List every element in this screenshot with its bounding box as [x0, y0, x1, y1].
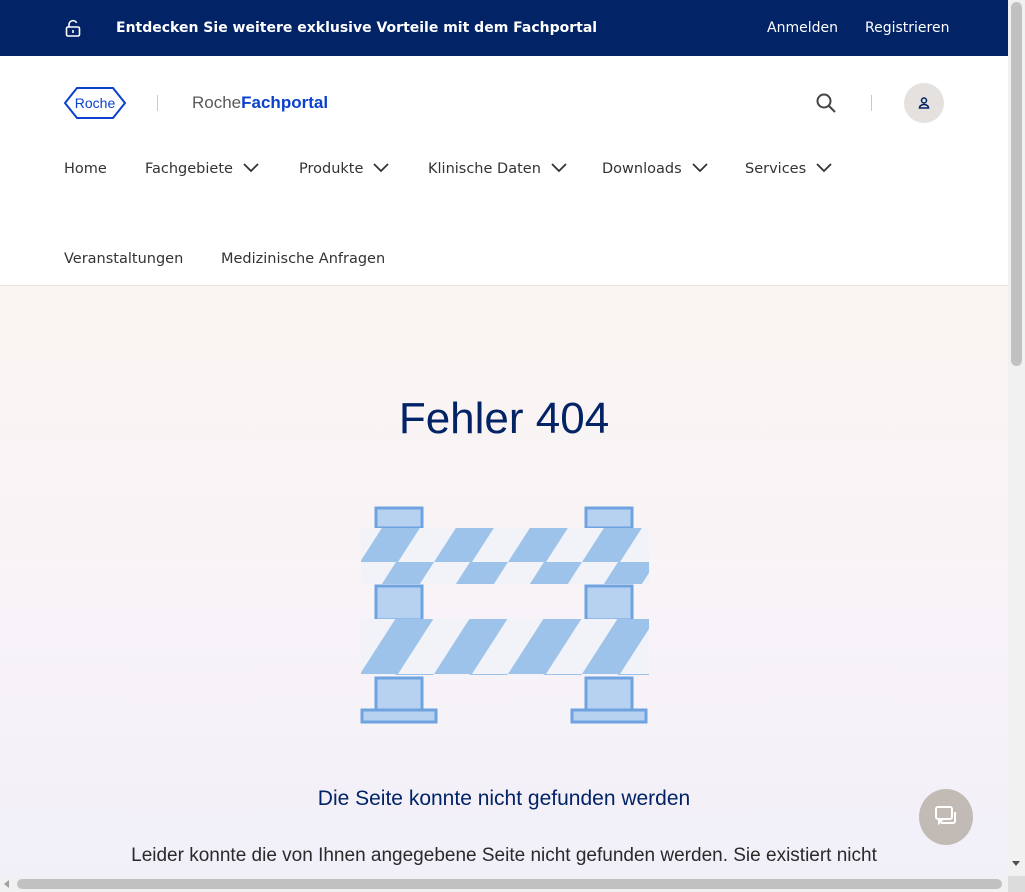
promo-banner: Entdecken Sie weitere exklusive Vorteile…	[0, 0, 1008, 56]
vertical-scroll-thumb[interactable]	[1011, 2, 1022, 366]
header-divider	[871, 95, 872, 111]
search-icon[interactable]	[815, 92, 837, 114]
chat-icon	[935, 806, 956, 826]
nav-label: Fachgebiete	[145, 161, 233, 177]
login-link[interactable]: Anmelden	[767, 19, 838, 37]
horizontal-scroll-thumb[interactable]	[17, 879, 1002, 889]
portal-suffix: Fachportal	[241, 93, 329, 112]
nav-label: Downloads	[602, 161, 682, 177]
nav-item-home[interactable]: Home	[64, 160, 107, 178]
chevron-down-icon	[816, 162, 832, 172]
error-content: Fehler 404 Die Seite konnte nicht gefund…	[0, 286, 1008, 876]
nav-item-fachgebiete[interactable]: Fachgebiete	[145, 160, 259, 178]
nav-label: Produkte	[299, 161, 364, 177]
nav-label: Home	[64, 161, 107, 177]
user-account-button[interactable]	[904, 83, 944, 123]
site-header: Roche RocheFachportal Home Fachgebiete P…	[0, 56, 1008, 286]
vertical-scrollbar[interactable]	[1008, 0, 1025, 876]
scroll-down-icon[interactable]	[1012, 861, 1020, 866]
error-subtitle: Die Seite konnte nicht gefunden werden	[317, 787, 691, 810]
chat-button[interactable]	[919, 789, 973, 845]
portal-name[interactable]: RocheFachportal	[192, 92, 328, 114]
nav-item-veranstaltungen[interactable]: Veranstaltungen	[64, 250, 183, 268]
nav-label: Klinische Daten	[428, 161, 541, 177]
user-icon	[918, 97, 930, 109]
nav-label: Medizinische Anfragen	[221, 251, 386, 267]
nav-item-produkte[interactable]: Produkte	[299, 160, 390, 178]
scroll-left-icon[interactable]	[4, 880, 9, 888]
chevron-down-icon	[692, 162, 708, 172]
nav-item-downloads[interactable]: Downloads	[602, 160, 708, 178]
nav-item-services[interactable]: Services	[745, 160, 832, 178]
chevron-down-icon	[243, 162, 259, 172]
page: Entdecken Sie weitere exklusive Vorteile…	[0, 0, 1008, 876]
register-link[interactable]: Registrieren	[865, 19, 949, 37]
promo-text: Entdecken Sie weitere exklusive Vorteile…	[116, 20, 598, 36]
nav-item-medizinische-anfragen[interactable]: Medizinische Anfragen	[221, 250, 385, 268]
portal-prefix: Roche	[192, 93, 242, 112]
page-title: Fehler 404	[398, 394, 610, 443]
scrollbar-corner	[1008, 876, 1025, 892]
nav-label: Services	[745, 161, 807, 177]
logo-divider	[157, 95, 158, 111]
nav-item-klinische-daten[interactable]: Klinische Daten	[428, 160, 567, 178]
barrier-icon	[360, 506, 649, 724]
nav-label: Veranstaltungen	[64, 251, 184, 267]
chevron-down-icon	[373, 162, 390, 172]
roche-logo[interactable]: Roche	[63, 86, 127, 120]
chevron-down-icon	[551, 162, 567, 172]
horizontal-scrollbar[interactable]	[0, 876, 1008, 892]
lock-open-icon	[65, 19, 81, 37]
logo-text: Roche	[75, 95, 116, 111]
error-description: Leider konnte die von Ihnen angegebene S…	[131, 845, 877, 866]
